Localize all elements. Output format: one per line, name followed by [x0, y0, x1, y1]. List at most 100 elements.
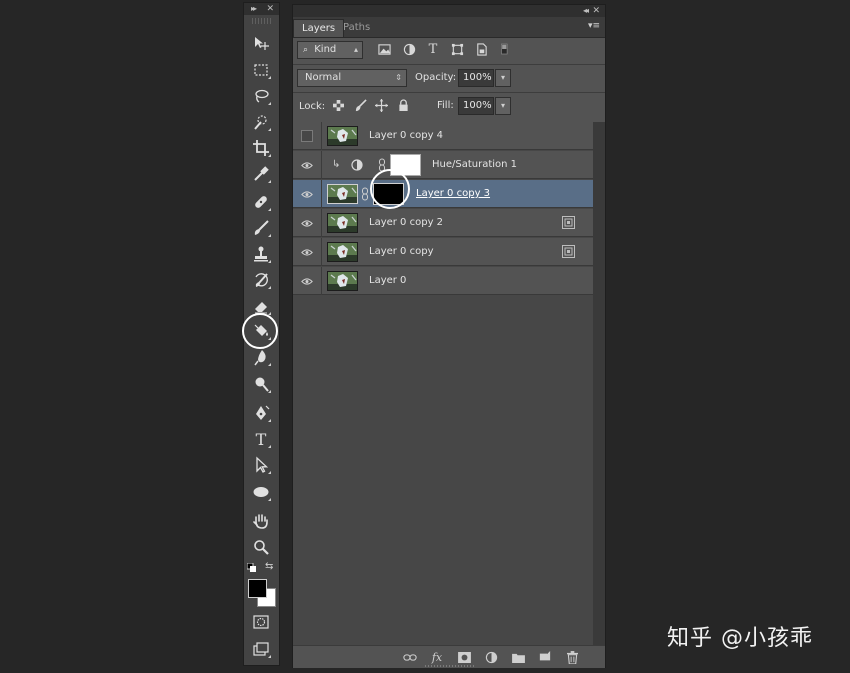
fill-dropdown-button[interactable]: ▾ [495, 97, 511, 115]
collapse-icon[interactable]: ◂◂ [583, 5, 589, 17]
layer-name[interactable]: Hue/Saturation 1 [432, 159, 517, 170]
quick-selection-tool[interactable] [249, 111, 273, 133]
zoom-tool[interactable] [249, 536, 273, 558]
link-icon[interactable] [403, 650, 417, 664]
filter-type-icon[interactable]: T [426, 42, 440, 57]
filter-kind-label: Kind [314, 44, 337, 55]
visibility-toggle[interactable] [293, 209, 322, 237]
move-icon [255, 37, 269, 50]
layers-panel-header[interactable]: ◂◂ ✕ [293, 5, 605, 17]
layer-row[interactable]: Layer 0 copy [293, 238, 593, 266]
layer-name[interactable]: Layer 0 copy 3 [416, 188, 490, 199]
eye-icon [301, 248, 313, 256]
close-icon[interactable]: ✕ [592, 5, 600, 17]
lock-image-pixels-icon[interactable] [354, 99, 367, 112]
visibility-toggle[interactable] [293, 180, 322, 208]
new-layer-icon[interactable] [538, 650, 552, 664]
default-colors-icon[interactable] [247, 563, 256, 572]
clone-stamp-tool[interactable] [249, 243, 273, 265]
marquee-tool[interactable] [249, 59, 273, 81]
layers-scrollbar[interactable] [593, 122, 605, 645]
divider [293, 64, 605, 65]
layer-row[interactable]: Layer 0 [293, 267, 593, 295]
smart-object-icon [562, 216, 575, 229]
opacity-input[interactable]: 100% [458, 69, 494, 87]
filter-shape-icon[interactable] [450, 42, 464, 56]
visibility-toggle[interactable] [293, 267, 322, 295]
healing-brush-tool[interactable] [249, 191, 273, 213]
type-tool[interactable]: T [249, 428, 273, 450]
dodge-tool[interactable] [249, 373, 273, 395]
clipping-arrow-icon: ↳ [332, 159, 341, 170]
filter-kind-select[interactable]: ⌕ Kind ▴ [297, 41, 363, 59]
move-tool[interactable] [249, 33, 273, 55]
visibility-toggle[interactable] [293, 238, 322, 266]
path-selection-tool[interactable] [249, 454, 273, 476]
hand-tool[interactable] [249, 510, 273, 532]
history-brush-tool[interactable] [249, 269, 273, 291]
eyedropper-tool[interactable] [249, 163, 273, 185]
quick-mask-button[interactable] [249, 611, 273, 633]
filter-toggle-switch[interactable] [498, 42, 512, 56]
fill-label: Fill: [437, 100, 454, 111]
adjustment-icon[interactable] [484, 650, 498, 664]
close-icon[interactable]: ✕ [266, 3, 274, 15]
layer-row[interactable]: Layer 0 copy 2 [293, 209, 593, 237]
layer-name[interactable]: Layer 0 copy 2 [369, 217, 443, 228]
filter-pixel-icon[interactable] [377, 42, 391, 56]
swap-colors-icon[interactable]: ⇆ [265, 561, 273, 572]
opacity-dropdown-button[interactable]: ▾ [495, 69, 511, 87]
panel-grip[interactable] [252, 18, 271, 24]
folder-icon[interactable] [511, 650, 525, 664]
layer-row[interactable]: Layer 0 copy 4 [293, 122, 593, 150]
blur-tool[interactable] [249, 346, 273, 368]
pen-tool[interactable] [249, 402, 273, 424]
layer-name[interactable]: Layer 0 copy 4 [369, 130, 443, 141]
filter-smart-object-icon[interactable] [474, 42, 488, 56]
layers-panel: ◂◂ ✕ Layers Paths ▾≡ ⌕ Kind ▴ T Normal ⇕… [292, 4, 606, 668]
visibility-toggle[interactable] [293, 122, 322, 150]
tools-panel-header[interactable]: ▸▸ ✕ [244, 3, 279, 15]
layer-name[interactable]: Layer 0 [369, 275, 406, 286]
add-mask-icon[interactable] [457, 650, 471, 664]
chain-link-icon[interactable] [361, 187, 369, 201]
lock-label: Lock: [299, 101, 326, 112]
screen-mode-button[interactable] [249, 638, 273, 660]
brush-tool[interactable] [249, 217, 273, 239]
expand-icon[interactable]: ▸▸ [251, 3, 257, 15]
type-icon: T [255, 429, 267, 449]
smart-object-icon [562, 245, 575, 258]
eye-icon [301, 277, 313, 285]
filter-adjustment-icon[interactable] [402, 42, 416, 56]
blend-mode-select[interactable]: Normal ⇕ [297, 69, 407, 87]
eye-icon [301, 190, 313, 198]
trash-icon[interactable] [565, 650, 579, 664]
eye-icon [301, 219, 313, 227]
lock-transparent-pixels-icon[interactable] [332, 99, 345, 112]
panel-menu-icon[interactable]: ▾≡ [588, 21, 600, 31]
layer-thumbnail [327, 271, 358, 291]
mask-highlight-ring [370, 169, 410, 209]
ellipse-tool[interactable] [249, 481, 273, 503]
visibility-toggle[interactable] [293, 151, 322, 179]
fill-input[interactable]: 100% [458, 97, 494, 115]
tool-highlight-ring [242, 313, 278, 349]
lock-position-icon[interactable] [375, 99, 388, 112]
fx-icon[interactable]: fx [430, 650, 444, 664]
layers-bottom-bar: fx [293, 645, 605, 668]
hidden-visibility-box [301, 130, 313, 142]
layer-row[interactable]: ↳ Hue/Saturation 1 [293, 151, 593, 179]
layer-row-selected[interactable]: Layer 0 copy 3 [293, 180, 593, 208]
foreground-color-swatch[interactable] [248, 579, 267, 598]
panel-resize-grip[interactable] [425, 665, 475, 667]
watermark-text: 知乎 @小孩乖 [667, 626, 813, 651]
lock-all-icon[interactable] [397, 99, 410, 112]
lasso-tool[interactable] [249, 85, 273, 107]
crop-tool[interactable] [249, 137, 273, 159]
divider [293, 92, 605, 93]
panel-tabs: Layers Paths ▾≡ [293, 17, 605, 38]
layer-name[interactable]: Layer 0 copy [369, 246, 433, 257]
eye-icon [301, 161, 313, 169]
magnifier-icon [254, 540, 269, 555]
tab-paths[interactable]: Paths [335, 19, 378, 37]
